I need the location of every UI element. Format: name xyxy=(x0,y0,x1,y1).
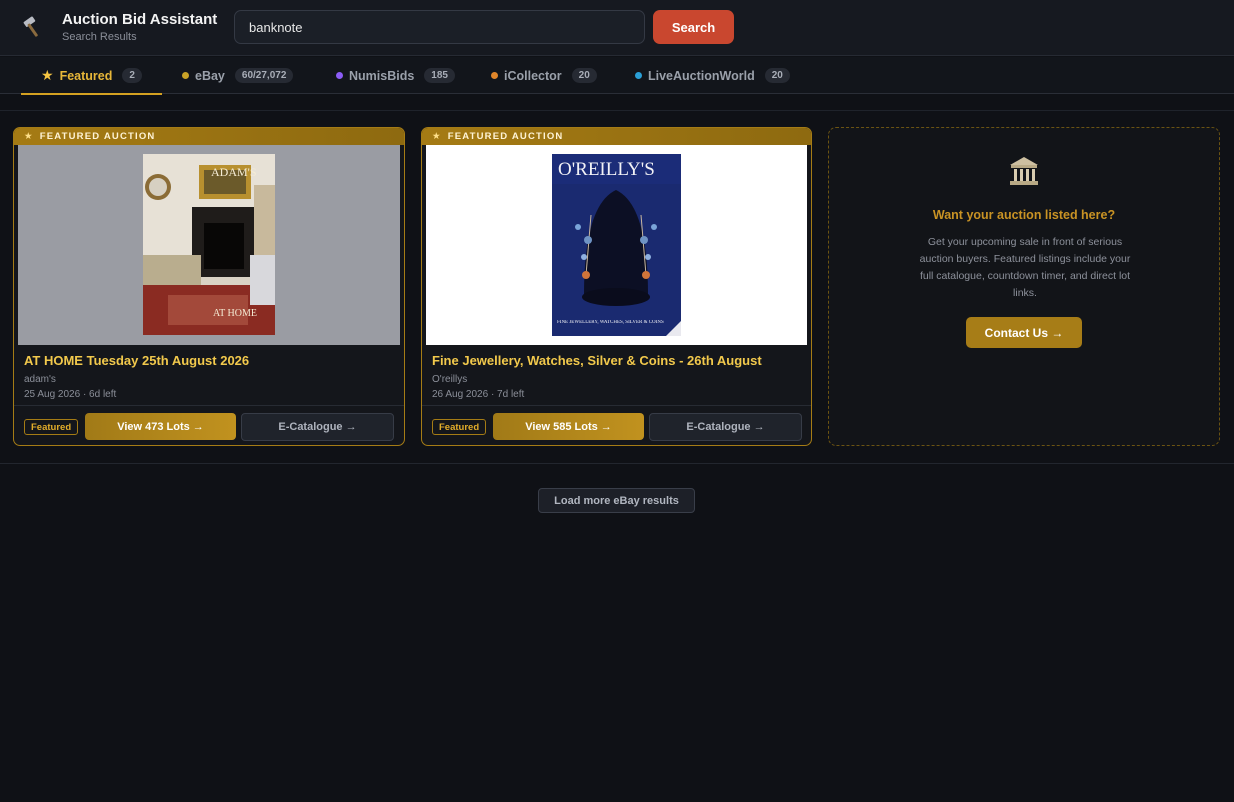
promo-description: Get your upcoming sale in front of serio… xyxy=(919,236,1131,299)
section-divider xyxy=(0,463,1234,464)
cover-footer: FINE JEWELLERY, WATCHES, SILVER & COINS xyxy=(557,320,664,325)
cover-title: O'REILLY'S xyxy=(558,159,655,180)
banner-label: FEATURED AUCTION xyxy=(447,131,564,142)
tab-label: eBay xyxy=(195,68,225,83)
auction-date-timeleft: 25 Aug 2026 · 6d left xyxy=(24,389,117,400)
catalogue-cover-image[interactable]: O'REILLY'S FINE JEWELLERY, WATCHES, SILV… xyxy=(426,145,807,345)
icollector-dot-icon xyxy=(491,72,498,79)
featured-auction-card[interactable]: ★ FEATURED AUCTION O'REILLY'S FINE JEWEL… xyxy=(421,127,812,446)
card-footer: Featured View 585 Lots → E-Catalogue → xyxy=(422,405,811,445)
view-lots-button[interactable]: View 473 Lots → xyxy=(85,413,236,440)
tab-label: Featured xyxy=(59,68,113,83)
numisbids-dot-icon xyxy=(336,72,343,79)
app-title: Auction Bid Assistant xyxy=(62,11,218,28)
auction-seller: adam's xyxy=(24,374,56,385)
tab-icollector[interactable]: iCollector 20 xyxy=(491,57,597,94)
cover-footer: AT HOME xyxy=(213,308,257,319)
tab-ebay[interactable]: eBay 60/27,072 xyxy=(182,57,294,94)
star-icon: ★ xyxy=(24,131,34,142)
banner-label: FEATURED AUCTION xyxy=(39,131,156,142)
featured-banner: ★ FEATURED AUCTION xyxy=(14,128,404,145)
tab-count: 60/27,072 xyxy=(234,68,294,83)
featured-badge: Featured xyxy=(24,419,79,435)
star-icon: ★ xyxy=(41,67,54,83)
tab-label: NumisBids xyxy=(349,68,415,83)
tab-label: LiveAuctionWorld xyxy=(648,68,755,83)
ebay-dot-icon xyxy=(182,72,189,79)
bank-building-icon xyxy=(1010,157,1038,185)
tab-count: 20 xyxy=(571,68,597,83)
auction-title[interactable]: AT HOME Tuesday 25th August 2026 xyxy=(24,353,249,368)
featured-auction-card[interactable]: ★ FEATURED AUCTION ADAM'S AT HOME AT HOM… xyxy=(13,127,405,446)
auction-title[interactable]: Fine Jewellery, Watches, Silver & Coins … xyxy=(432,353,762,368)
auction-date-timeleft: 26 Aug 2026 · 7d left xyxy=(432,389,525,400)
catalogue-cover-image[interactable]: ADAM'S AT HOME xyxy=(18,145,400,345)
ecatalogue-button[interactable]: E-Catalogue → xyxy=(649,413,802,441)
app-subtitle: Search Results xyxy=(62,31,137,43)
tab-liveauctionworld[interactable]: LiveAuctionWorld 20 xyxy=(635,57,790,94)
featured-badge: Featured xyxy=(432,419,487,435)
tab-label: iCollector xyxy=(504,68,562,83)
app-header: Auction Bid Assistant Search Results Sea… xyxy=(0,0,1234,56)
tab-count: 20 xyxy=(764,68,790,83)
cover-illustration xyxy=(143,154,275,335)
tab-featured[interactable]: ★ Featured 2 xyxy=(21,57,162,95)
tab-count: 2 xyxy=(122,68,142,83)
promo-card: Want your auction listed here? Get your … xyxy=(828,127,1220,446)
cover-title: ADAM'S xyxy=(211,165,257,179)
featured-banner: ★ FEATURED AUCTION xyxy=(422,128,811,145)
card-footer: Featured View 473 Lots → E-Catalogue → xyxy=(14,405,404,445)
view-lots-button[interactable]: View 585 Lots → xyxy=(493,413,644,440)
tab-numisbids[interactable]: NumisBids 185 xyxy=(336,57,455,94)
load-more-button[interactable]: Load more eBay results xyxy=(538,488,695,513)
promo-title: Want your auction listed here? xyxy=(932,208,1116,222)
search-input[interactable] xyxy=(234,10,645,44)
hammer-icon xyxy=(23,16,38,37)
contact-us-button[interactable]: Contact Us → xyxy=(966,317,1082,348)
tabs-subbar xyxy=(0,94,1234,111)
liveauctionworld-dot-icon xyxy=(635,72,642,79)
ecatalogue-button[interactable]: E-Catalogue → xyxy=(241,413,394,441)
source-tabs: ★ Featured 2 eBay 60/27,072 NumisBids 18… xyxy=(0,57,1234,95)
tab-count: 185 xyxy=(424,68,455,83)
star-icon: ★ xyxy=(432,131,442,142)
auction-seller: O'reillys xyxy=(432,374,468,385)
search-button[interactable]: Search xyxy=(653,10,734,44)
